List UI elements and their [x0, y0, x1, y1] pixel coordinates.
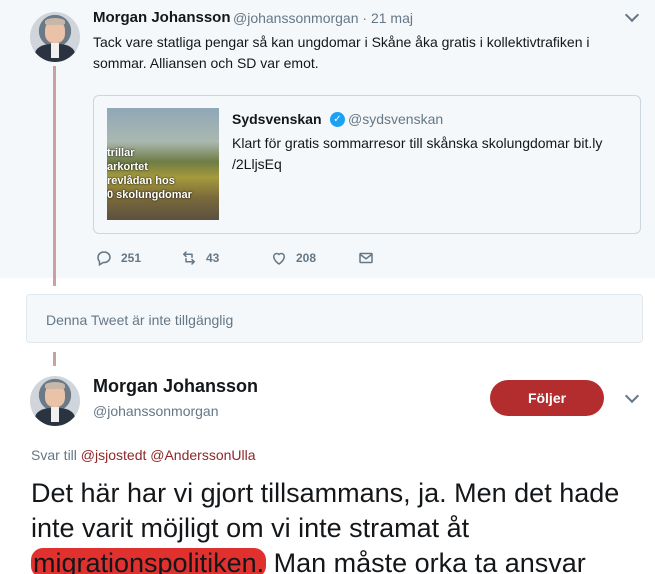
chevron-down-icon[interactable] [624, 388, 640, 404]
tweet-text: Tack vare statliga pengar så kan ungdoma… [93, 34, 590, 71]
reply-prefix: Svar till [31, 447, 77, 463]
quoted-author-name[interactable]: Sydsvenskan [232, 111, 322, 127]
avatar-hair [45, 18, 65, 25]
reply-context: Svar till @jsjostedt @AnderssonUlla [31, 447, 256, 463]
retweet-count: 43 [206, 251, 220, 265]
reply-icon [97, 251, 111, 267]
avatar-hair [45, 382, 65, 389]
author-handle-and-time[interactable]: @johanssonmorgan · 21 maj [233, 10, 413, 26]
heart-icon [273, 252, 285, 265]
author-name[interactable]: Morgan Johansson [93, 376, 258, 397]
quoted-tweet-image[interactable]: trillar arkortet revlådan hos 0 skolungd… [107, 108, 219, 220]
author-handle[interactable]: @johanssonmorgan [233, 10, 359, 26]
image-overlay-text: trillar arkortet revlådan hos 0 skolungd… [107, 146, 192, 202]
avatar-shirt [51, 43, 59, 58]
image-overlay-line: trillar [107, 147, 135, 159]
author-handle[interactable]: @johanssonmorgan [93, 403, 219, 419]
highlighted-word: migrationspolitiken. [31, 548, 267, 574]
unavailable-text: Denna Tweet är inte tillgänglig [46, 312, 234, 328]
image-overlay-line: revlådan hos [107, 175, 175, 187]
tweet-text-part: Man måste orka ta ansvar [266, 548, 586, 574]
reply-count: 251 [121, 251, 142, 265]
unavailable-tweet-notice: Denna Tweet är inte tillgänglig [26, 294, 643, 343]
image-overlay-line: arkortet [107, 161, 148, 173]
avatar[interactable] [30, 376, 80, 426]
like-button[interactable]: 208 [270, 248, 316, 268]
avatar-shirt [51, 407, 59, 422]
reply-button[interactable]: 251 [95, 248, 141, 268]
thread-connector [53, 352, 56, 366]
direct-message-button[interactable] [357, 248, 375, 268]
avatar[interactable] [30, 12, 80, 62]
main-tweet-text: Det här har vi gjort tillsammans, ja. Me… [31, 476, 651, 574]
verified-badge-icon: ✓ [330, 112, 345, 127]
image-overlay-line: 0 skolungdomar [107, 189, 192, 201]
retweet-button[interactable]: 43 [180, 248, 219, 268]
following-button[interactable]: Följer [490, 380, 604, 416]
envelope-icon [359, 252, 373, 264]
like-count: 208 [296, 251, 317, 265]
thread-connector [53, 66, 56, 286]
reply-mentions-link[interactable]: @jsjostedt @AnderssonUlla [81, 447, 256, 463]
quoted-tweet-text: Klart för gratis sommarresor till skånsk… [232, 135, 603, 172]
author-name[interactable]: Morgan Johansson [93, 9, 231, 26]
quoted-tweet[interactable]: trillar arkortet revlådan hos 0 skolungd… [93, 95, 641, 234]
retweet-icon [183, 251, 195, 265]
tweet-time[interactable]: · 21 maj [362, 10, 413, 26]
tweet-text-part: Det här har vi gjort tillsammans, ja. Me… [31, 478, 620, 543]
quoted-author-handle[interactable]: @sydsvenskan [348, 111, 443, 127]
